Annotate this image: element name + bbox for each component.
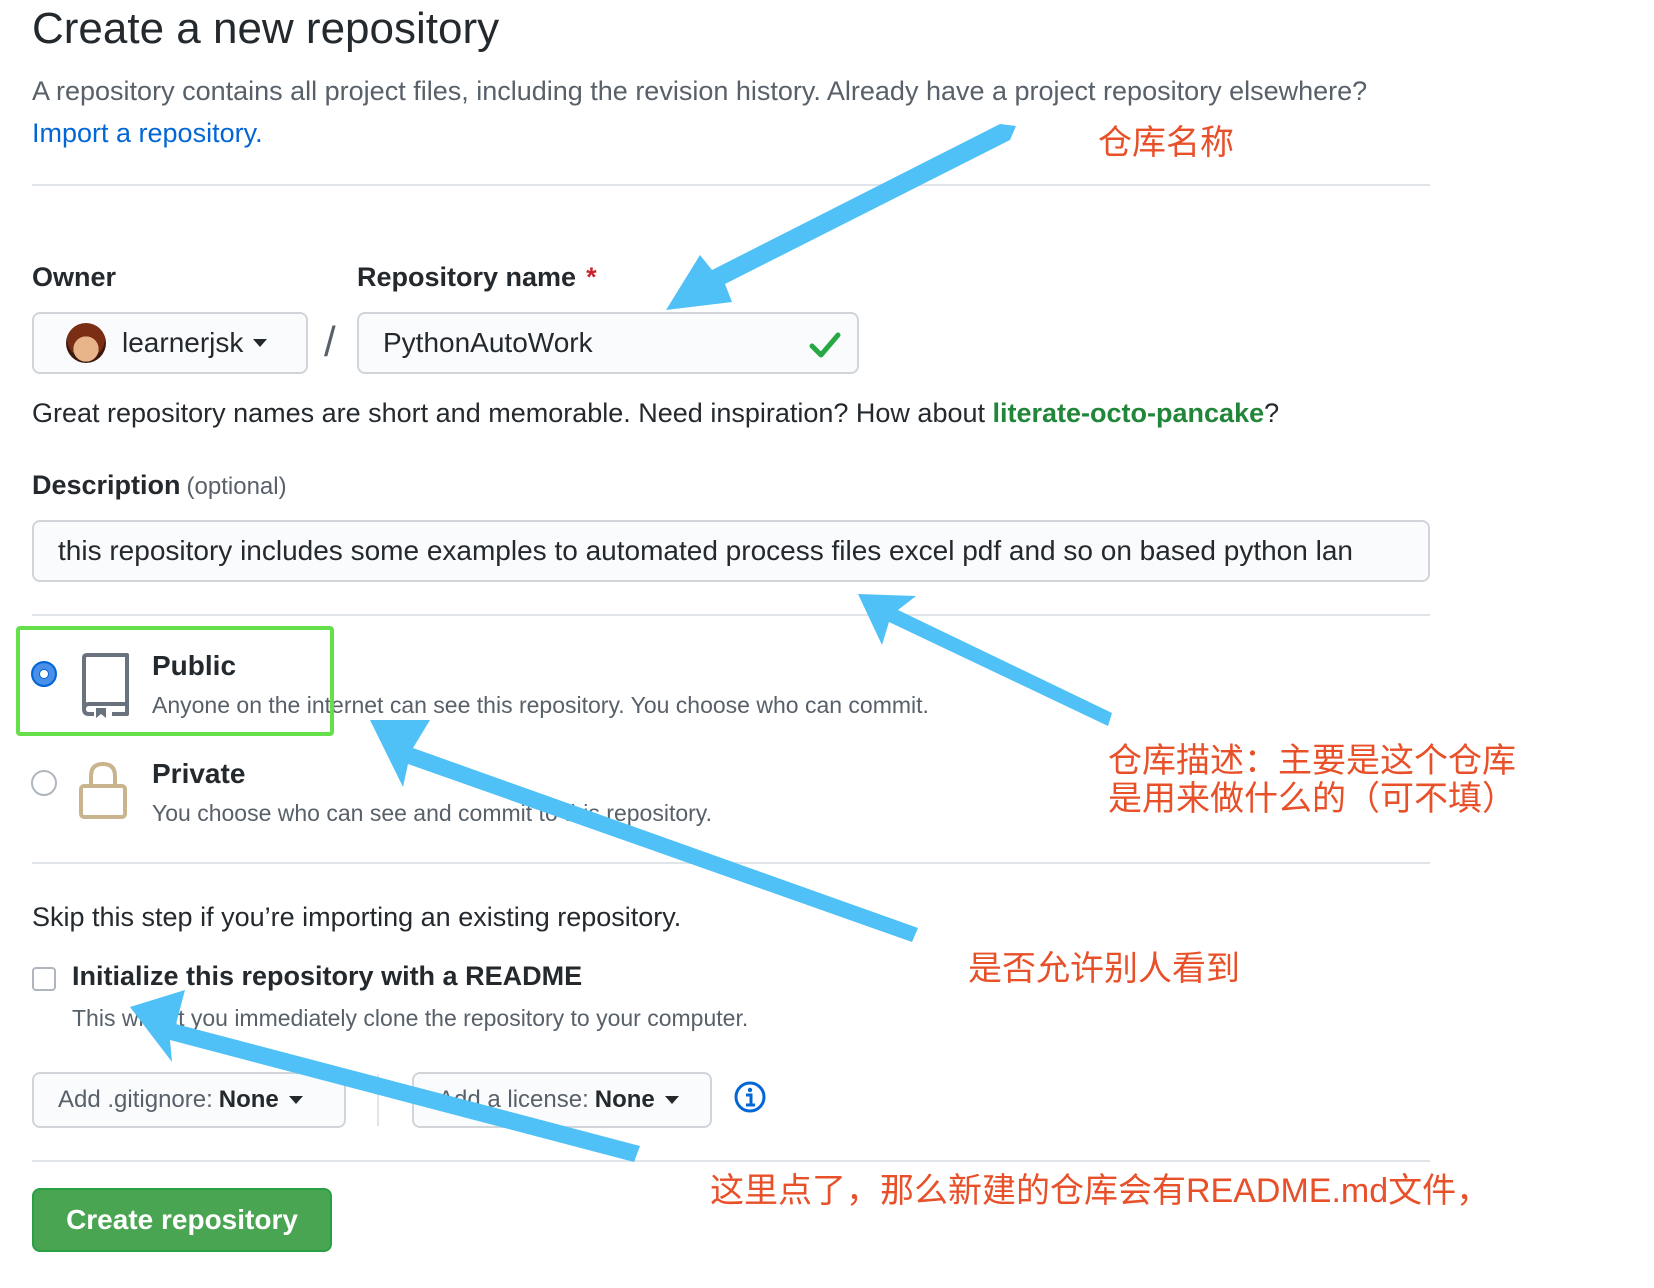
annotation-visibility: 是否允许别人看到: [968, 950, 1240, 988]
annotation-readme: 这里点了，那么新建的仓库会有README.md文件，: [710, 1172, 1491, 1210]
arrow-repo-name: [666, 124, 1016, 310]
annotation-description-line2: 是用来做什么的（可不填）: [1108, 780, 1516, 818]
annotation-arrows: [130, 124, 1112, 1162]
arrow-visibility: [370, 720, 918, 942]
arrow-description: [858, 594, 1112, 726]
arrow-readme: [130, 990, 640, 1162]
annotation-description-line1: 仓库描述：主要是这个仓库: [1108, 742, 1516, 780]
annotation-repo-name: 仓库名称: [1098, 124, 1234, 162]
